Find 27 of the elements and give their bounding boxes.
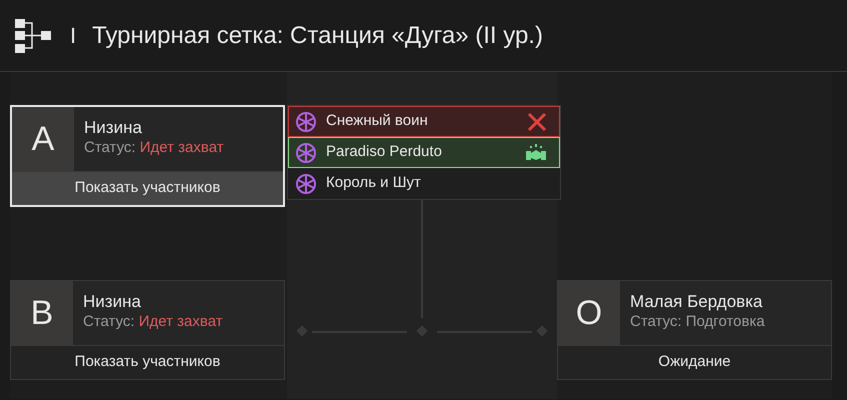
clan-emblem-icon [295, 172, 317, 194]
team-card[interactable]: A Низина Статус: Идет захват Показать участников [10, 105, 285, 207]
team-action-button[interactable]: Показать участников [12, 171, 283, 205]
clan-emblem-icon [295, 110, 317, 132]
participant-row[interactable]: Снежный воин [288, 106, 560, 137]
team-name: Малая Бердовка [630, 292, 764, 312]
team-letter: A [12, 107, 74, 171]
team-name: Низина [83, 292, 142, 312]
team-letter: B [11, 281, 73, 345]
page-title: Турнирная сетка: Станция «Дуга» (II ур.) [92, 20, 543, 50]
team-name: Низина [84, 118, 143, 138]
participant-name: Король и Шут [326, 173, 422, 194]
team-status: Статус: Идет захват [84, 138, 224, 158]
participant-name: Paradiso Perduto [326, 142, 443, 162]
team-status: Статус: Идет захват [83, 312, 223, 332]
team-action-button[interactable]: Показать участников [11, 345, 284, 379]
participant-row[interactable]: Paradiso Perduto [288, 137, 560, 168]
handshake-icon [525, 142, 547, 162]
participant-name: Снежный воин [326, 111, 429, 132]
team-status: Статус: Подготовка [630, 312, 765, 332]
clan-emblem-icon [295, 142, 317, 164]
team-card[interactable]: B Низина Статус: Идет захват Показать участников [10, 280, 285, 380]
bracket-icon [14, 18, 52, 54]
team-action-button[interactable]: Ожидание [558, 345, 831, 379]
title-separator: I [70, 22, 76, 50]
team-letter: O [558, 281, 620, 345]
team-card[interactable]: O Малая Бердовка Статус: Подготовка Ожидание [557, 280, 832, 380]
